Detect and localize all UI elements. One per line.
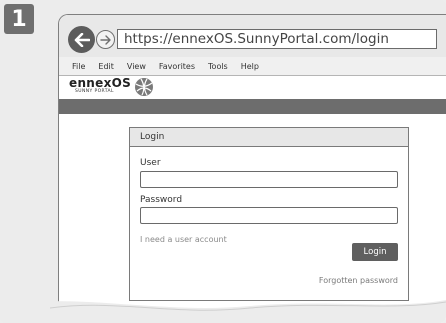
brand-name: ennexOS (69, 76, 132, 90)
menu-help[interactable]: Help (241, 62, 259, 71)
instruction-panel: 1 https://ennexOS.SunnyPortal.com/login … (0, 0, 446, 323)
forward-button[interactable] (96, 30, 115, 49)
login-form: Login User Password I need a user accoun… (129, 127, 409, 301)
login-title: Login (130, 128, 408, 147)
menu-tools[interactable]: Tools (208, 62, 228, 71)
forgotten-password-link[interactable]: Forgotten password (319, 276, 398, 285)
menu-view[interactable]: View (127, 62, 146, 71)
arrow-right-icon (100, 34, 111, 45)
torn-edge (0, 300, 446, 323)
browser-toolbar: https://ennexOS.SunnyPortal.com/login (59, 15, 446, 58)
portal-header: ennexOS SUNNY PORTAL (59, 76, 446, 98)
brand-logo: ennexOS SUNNY PORTAL (69, 77, 131, 95)
password-input[interactable] (140, 207, 398, 224)
back-button[interactable] (68, 26, 95, 53)
browser-window: https://ennexOS.SunnyPortal.com/login Fi… (58, 14, 446, 323)
user-input[interactable] (140, 171, 398, 188)
create-account-link[interactable]: I need a user account (140, 235, 227, 244)
user-label: User (140, 158, 161, 168)
menu-favorites[interactable]: Favorites (159, 62, 195, 71)
password-label: Password (140, 195, 183, 205)
menu-edit[interactable]: Edit (98, 62, 114, 71)
arrow-left-icon (74, 32, 90, 47)
menu-file[interactable]: File (72, 62, 85, 71)
login-button[interactable]: Login (352, 243, 398, 261)
brand-subtitle: SUNNY PORTAL (75, 89, 114, 94)
globe-icon (135, 78, 153, 96)
menu-bar: File Edit View Favorites Tools Help (59, 57, 446, 76)
navigation-bar (59, 99, 446, 114)
step-number-badge: 1 (4, 4, 34, 34)
address-bar[interactable]: https://ennexOS.SunnyPortal.com/login (117, 29, 437, 49)
